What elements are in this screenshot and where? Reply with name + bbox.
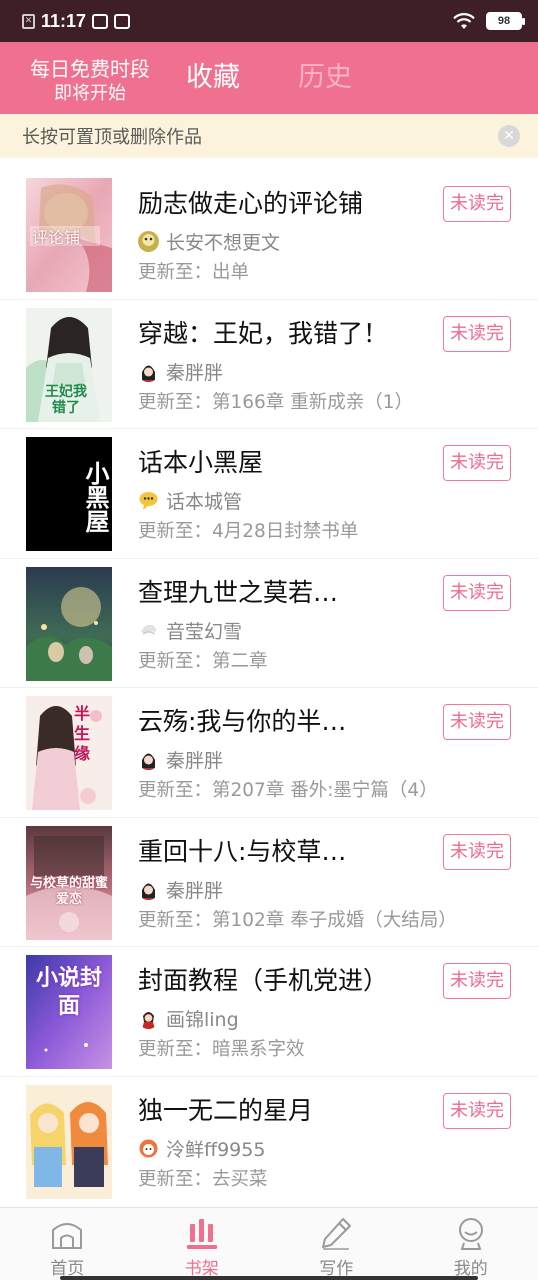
- book-title: 重回十八:与校草…: [138, 836, 347, 866]
- book-title: 励志做走心的评论铺: [138, 189, 364, 218]
- battery-level: 98: [497, 15, 511, 27]
- book-cover: 王妃我错了: [26, 307, 112, 422]
- cover-title: 与校草的甜蜜爱恋: [30, 875, 109, 907]
- tab-favorites[interactable]: 收藏: [186, 60, 240, 96]
- book-author: 秦胖胖: [138, 358, 223, 385]
- unread-badge: 未读完: [443, 704, 511, 740]
- book-cover: 半生缘: [26, 696, 112, 810]
- author-avatar: [138, 749, 159, 770]
- unread-badge: 未读完: [443, 963, 511, 999]
- book-row[interactable]: 独一无二的星月 泠鲜ff9955 更新至：去买菜 未读完: [0, 1077, 538, 1207]
- pen-icon: [322, 1218, 352, 1250]
- book-cover: [26, 566, 112, 681]
- book-list: 评论铺 励志做走心的评论铺 长安不想更文 更新至：出单 未读完 王妃我错了 穿越…: [0, 170, 538, 1206]
- bookshelf-icon: [186, 1219, 217, 1249]
- book-author: 画锦ling: [138, 1005, 239, 1032]
- book-cover: 小黑屋: [26, 437, 112, 551]
- unread-badge: 未读完: [443, 574, 511, 611]
- book-cover: [26, 1084, 112, 1199]
- free-period-banner[interactable]: 每日免费时段 即将开始: [16, 56, 164, 106]
- author-avatar: [138, 878, 159, 900]
- author-name: 音莹幻雪: [166, 620, 243, 643]
- book-row[interactable]: 小黑屋 话本小黑屋 话本城管 更新至：4月28日封禁书单 未读完: [0, 429, 538, 559]
- cover-title: 王妃我错了: [45, 383, 87, 416]
- nav-write[interactable]: 写作: [269, 1208, 404, 1280]
- tip-bar: 长按可置顶或删除作品 ✕: [0, 114, 538, 158]
- author-name: 画锦ling: [166, 1009, 239, 1031]
- home-icon: [52, 1223, 83, 1249]
- book-author: 泠鲜ff9955: [138, 1135, 265, 1162]
- wifi-icon: [453, 13, 475, 29]
- book-title: 云殇:我与你的半…: [138, 707, 347, 736]
- author-name: 泠鲜ff9955: [166, 1138, 266, 1161]
- tab-history[interactable]: 历史: [298, 60, 352, 96]
- book-title: 穿越：王妃，我错了！: [138, 318, 389, 348]
- book-author: 秦胖胖: [138, 746, 223, 773]
- author-avatar: [138, 1137, 159, 1159]
- unread-badge: 未读完: [443, 315, 511, 352]
- author-avatar: [138, 360, 159, 382]
- author-avatar: [138, 490, 159, 511]
- book-row[interactable]: 王妃我错了 穿越：王妃，我错了！ 秦胖胖 更新至：第166章 重新成亲（1） 未…: [0, 300, 538, 429]
- unread-badge: 未读完: [443, 445, 511, 481]
- book-update: 更新至：第102章 奉子成婚（大结局）: [138, 909, 457, 931]
- book-title: 话本小黑屋: [138, 448, 264, 477]
- author-name: 长安不想更文: [166, 232, 281, 254]
- unread-badge: 未读完: [443, 1092, 511, 1129]
- book-cover: 与校草的甜蜜爱恋: [26, 825, 112, 940]
- sim-icon: [92, 13, 109, 29]
- tip-text: 长按可置顶或删除作品: [22, 127, 202, 148]
- notification-x-icon: ✕: [22, 13, 35, 29]
- book-update: 更新至：第二章: [138, 650, 268, 672]
- cover-title: 小黑屋: [81, 461, 109, 533]
- book-title: 独一无二的星月: [138, 1095, 314, 1125]
- book-update: 更新至：第166章 重新成亲（1）: [138, 391, 413, 413]
- status-time: 11:17: [41, 10, 87, 31]
- unread-badge: 未读完: [443, 833, 511, 870]
- battery-icon: 98: [486, 12, 525, 30]
- cover-title: 评论铺: [32, 228, 81, 247]
- book-author: 话本城管: [138, 487, 242, 514]
- close-icon[interactable]: ✕: [498, 125, 520, 147]
- book-title: 查理九世之莫若…: [138, 577, 339, 607]
- author-name: 话本城管: [166, 491, 243, 513]
- nav-home[interactable]: 首页: [0, 1208, 135, 1280]
- cover-title: 小说封面: [35, 966, 102, 1019]
- book-row[interactable]: 半生缘 云殇:我与你的半… 秦胖胖 更新至：第207章 番外:墨宁篇（4） 未读…: [0, 688, 538, 818]
- book-row[interactable]: 评论铺 励志做走心的评论铺 长安不想更文 更新至：出单 未读完: [0, 170, 538, 300]
- author-name: 秦胖胖: [166, 361, 224, 384]
- bottom-nav: 首页 书架 写作 我的: [0, 1207, 538, 1280]
- cover-title: 半生缘: [74, 704, 91, 763]
- book-author: 音莹幻雪: [138, 617, 242, 644]
- home-indicator[interactable]: [60, 1276, 478, 1280]
- author-name: 秦胖胖: [166, 750, 224, 772]
- top-header: 每日免费时段 即将开始 收藏 历史: [0, 42, 538, 114]
- nav-bookshelf[interactable]: 书架: [135, 1208, 270, 1280]
- author-avatar: [138, 231, 159, 252]
- profile-icon: [458, 1218, 483, 1250]
- book-row[interactable]: 小说封面 封面教程（手机党进） 画锦ling 更新至：暗黑系字效 未读完: [0, 947, 538, 1077]
- free-period-line2: 即将开始: [54, 83, 126, 104]
- book-cover: 小说封面: [26, 955, 112, 1069]
- book-update: 更新至：去买菜: [138, 1168, 268, 1190]
- book-update: 更新至：暗黑系字效: [138, 1039, 305, 1060]
- book-author: 秦胖胖: [138, 876, 223, 903]
- book-update: 更新至：4月28日封禁书单: [138, 521, 359, 542]
- author-name: 秦胖胖: [166, 879, 224, 902]
- unread-badge: 未读完: [443, 186, 511, 222]
- author-avatar: [138, 619, 159, 641]
- stack-icon: [114, 13, 131, 29]
- book-title: 封面教程（手机党进）: [138, 966, 389, 995]
- book-update: 更新至：第207章 番外:墨宁篇（4）: [138, 780, 438, 801]
- status-bar: ✕ 11:17 98: [0, 0, 538, 42]
- nav-profile[interactable]: 我的: [404, 1208, 538, 1280]
- book-cover: 评论铺: [26, 178, 112, 292]
- author-avatar: [138, 1008, 159, 1029]
- free-period-line1: 每日免费时段: [30, 57, 150, 81]
- book-update: 更新至：出单: [138, 262, 250, 283]
- book-row[interactable]: 与校草的甜蜜爱恋 重回十八:与校草… 秦胖胖 更新至：第102章 奉子成婚（大结…: [0, 818, 538, 947]
- book-row[interactable]: 查理九世之莫若… 音莹幻雪 更新至：第二章 未读完: [0, 559, 538, 688]
- book-author: 长安不想更文: [138, 228, 280, 255]
